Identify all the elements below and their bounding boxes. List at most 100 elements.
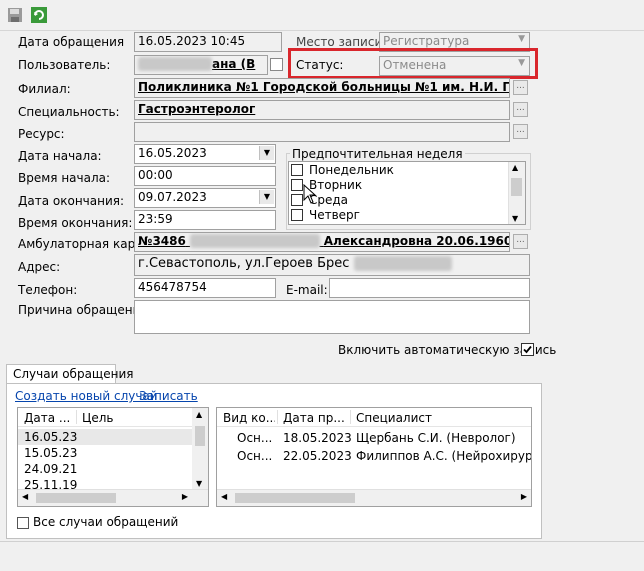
left-grid-vscroll[interactable]: ▲ ▼ [192, 408, 208, 490]
resource-browse-button[interactable]: ... [513, 124, 528, 139]
table-cell: Щербань С.И. (Невролог) [356, 431, 516, 445]
chevron-up-icon[interactable]: ▲ [196, 410, 202, 419]
chevron-down-icon[interactable]: ▼ [259, 190, 274, 204]
save-link[interactable]: Записать [139, 389, 198, 403]
cases-left-grid: Дата ... Цель 16.05.23 15.05.23 24.09.21… [17, 407, 209, 507]
chevron-down-icon[interactable]: ▼ [196, 479, 202, 488]
date-label: Дата обращения [18, 35, 125, 49]
day-label: Четверг [309, 208, 360, 222]
chevron-left-icon[interactable]: ◀ [22, 492, 28, 501]
start-date-label: Дата начала: [18, 149, 102, 163]
card-browse-button[interactable]: ... [513, 234, 528, 249]
right-grid-header: Вид ко... Дата пр... Специалист [217, 408, 531, 427]
address-value: г.Севастополь, ул.Героев Брес [138, 256, 350, 271]
column-header-goal[interactable]: Цель [82, 411, 182, 425]
preferred-week-title: Предпочтительная неделя [290, 147, 465, 161]
toolbar [0, 0, 644, 31]
date-field: 16.05.2023 10:45 [134, 32, 282, 52]
card-redacted: XXXXXXXXXXXXXX [190, 234, 320, 248]
day-checkbox[interactable] [291, 209, 303, 221]
list-item[interactable]: Понедельник [291, 163, 501, 178]
table-cell: 18.05.2023 [283, 431, 352, 445]
specialty-label: Специальность: [18, 105, 120, 119]
user-label: Пользователь: [18, 58, 111, 72]
table-cell: Осн... [237, 431, 273, 445]
address-field: г.Севастополь, ул.Героев Брес XXXXXXXXXX… [134, 254, 530, 276]
day-checkbox[interactable] [291, 164, 303, 176]
column-divider [76, 410, 77, 424]
end-date-picker[interactable]: 09.07.2023 ▼ [134, 188, 276, 208]
card-patient: Александровна 20.06.1960 [323, 234, 510, 248]
end-date-value: 09.07.2023 [138, 190, 207, 204]
user-checkbox[interactable] [270, 58, 283, 71]
table-row[interactable]: Осн... 18.05.2023 Щербань С.И. (Невролог… [217, 429, 531, 445]
place-value: Регистратура [383, 34, 470, 48]
user-value: ана (В [212, 57, 256, 71]
chevron-down-icon: ▼ [518, 34, 525, 44]
week-scrollbar[interactable]: ▲ ▼ [508, 162, 525, 224]
tab-cases[interactable]: Случаи обращения [6, 364, 133, 384]
reason-textarea[interactable] [134, 300, 530, 334]
all-cases-checkbox[interactable] [17, 517, 29, 529]
column-divider [350, 410, 351, 424]
end-time-label: Время окончания: [18, 216, 133, 230]
branch-label: Филиал: [18, 82, 71, 96]
end-time-input[interactable]: 23:59 [134, 210, 276, 230]
chevron-up-icon[interactable]: ▲ [512, 163, 518, 172]
scrollbar-thumb[interactable] [36, 493, 116, 503]
chevron-left-icon[interactable]: ◀ [221, 492, 227, 501]
column-header-date[interactable]: Дата пр... [283, 411, 347, 425]
save-icon[interactable] [6, 6, 24, 24]
table-cell: Осн... [237, 449, 273, 463]
start-time-input[interactable]: 00:00 [134, 166, 276, 186]
chevron-down-icon[interactable]: ▼ [259, 146, 274, 160]
user-field: XXXXXXXXана (В [134, 55, 268, 75]
resource-field [134, 122, 510, 142]
checkmark-icon [523, 345, 532, 354]
chevron-right-icon[interactable]: ▶ [182, 492, 188, 501]
reason-label: Причина обращения: [18, 303, 152, 317]
create-case-link[interactable]: Создать новый случай [15, 389, 158, 403]
left-grid-hscroll[interactable]: ◀ ▶ [18, 489, 208, 506]
chevron-right-icon[interactable]: ▶ [521, 492, 527, 501]
table-row[interactable]: 24.09.21 [18, 461, 194, 477]
start-date-picker[interactable]: 16.05.2023 ▼ [134, 144, 276, 164]
list-item[interactable]: Среда [291, 193, 501, 208]
day-checkbox[interactable] [291, 194, 303, 206]
refresh-icon[interactable] [30, 6, 48, 24]
email-label: E-mail: [286, 283, 328, 297]
all-cases-label: Все случаи обращений [33, 515, 179, 529]
day-label: Понедельник [309, 163, 394, 177]
table-row[interactable]: 16.05.23 [18, 429, 194, 445]
resource-label: Ресурс: [18, 127, 65, 141]
week-days-list: Понедельник Вторник Среда Четверг ▲ ▼ [288, 161, 526, 225]
scrollbar-thumb[interactable] [235, 493, 355, 503]
column-header-kind[interactable]: Вид ко... [223, 411, 275, 425]
branch-browse-button[interactable]: ... [513, 80, 528, 95]
end-date-label: Дата окончания: [18, 194, 125, 208]
tab-cases-label: Случаи обращения [13, 367, 134, 381]
user-redacted: XXXXXXXX [138, 57, 213, 71]
phone-label: Телефон: [18, 283, 78, 297]
column-header-date[interactable]: Дата ... [24, 411, 74, 425]
day-checkbox[interactable] [291, 179, 303, 191]
specialty-browse-button[interactable]: ... [513, 102, 528, 117]
address-redacted: XXXXXXXXXXX [353, 256, 452, 271]
table-row[interactable]: Осн... 22.05.2023 Филиппов А.С. (Нейрохи… [217, 447, 531, 463]
list-item[interactable]: Вторник [291, 178, 501, 193]
email-input[interactable] [329, 278, 530, 298]
card-number: №3486 [138, 234, 186, 248]
right-grid-hscroll[interactable]: ◀ ▶ [217, 489, 531, 506]
start-date-value: 16.05.2023 [138, 146, 207, 160]
phone-input[interactable]: 456478754 [134, 278, 276, 298]
table-cell: 25.11.19 [24, 478, 78, 489]
scrollbar-thumb[interactable] [195, 426, 205, 446]
scrollbar-thumb[interactable] [511, 178, 522, 196]
chevron-down-icon[interactable]: ▼ [512, 214, 518, 223]
list-item[interactable]: Четверг [291, 208, 501, 223]
column-header-specialist[interactable]: Специалист [356, 411, 526, 425]
auto-record-checkbox[interactable] [521, 343, 534, 356]
table-cell: 15.05.23 [24, 446, 78, 460]
table-row[interactable]: 15.05.23 [18, 445, 194, 461]
table-row[interactable]: 25.11.19 [18, 477, 194, 489]
